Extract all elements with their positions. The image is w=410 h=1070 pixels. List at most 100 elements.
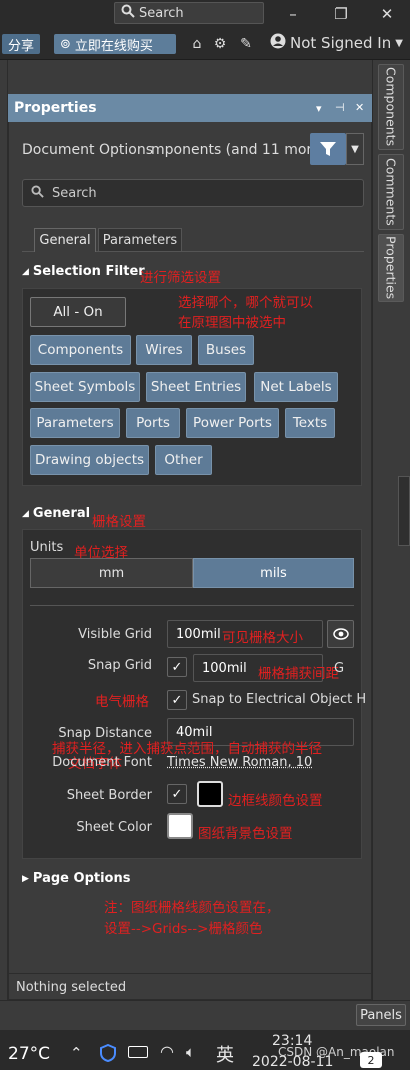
document-options-label: Document Options <box>22 142 153 158</box>
selection-filter-header[interactable]: ◢ Selection Filter <box>22 264 145 279</box>
link-icon: ⊚ <box>60 36 71 52</box>
visible-grid-value: 100mil <box>176 626 221 642</box>
search-icon <box>121 4 135 22</box>
share-button[interactable]: 分享 <box>2 34 41 54</box>
security-shield-icon[interactable] <box>100 1043 116 1066</box>
sheet-border-checkbox[interactable]: ✓ <box>167 784 187 804</box>
filter-summary: mponents (and 11 more) <box>151 142 326 158</box>
snap-grid-toggle-key: G <box>334 661 345 676</box>
tab-properties[interactable]: Properties <box>378 234 404 302</box>
filter-buses-button[interactable]: Buses <box>198 335 254 365</box>
snap-grid-label: Snap Grid <box>87 658 152 673</box>
tab-components[interactable]: Components <box>378 64 404 150</box>
general-divider <box>30 605 354 606</box>
tab-comments[interactable]: Comments <box>378 154 404 230</box>
gear-icon[interactable]: ⚙ <box>210 34 230 54</box>
chevron-down-icon: ▼ <box>395 37 403 49</box>
sheet-border-color-swatch[interactable] <box>197 781 223 807</box>
snap-grid-checkbox[interactable]: ✓ <box>167 657 187 677</box>
selection-status: Nothing selected <box>16 980 127 995</box>
visible-grid-label: Visible Grid <box>78 627 152 642</box>
snap-electrical-checkbox[interactable]: ✓ <box>167 690 187 710</box>
panel-search-placeholder: Search <box>52 185 97 201</box>
minimize-button[interactable]: – <box>280 3 306 25</box>
close-icon[interactable]: ✕ <box>355 101 364 114</box>
panel-search-input[interactable]: Search <box>22 179 364 207</box>
close-window-button[interactable]: ✕ <box>374 3 400 25</box>
volume-icon[interactable]: 🔈︎ <box>186 1043 195 1061</box>
filter-drawing-objects-button[interactable]: Drawing objects <box>30 445 149 475</box>
units-label: Units <box>30 540 64 555</box>
selection-filter-note-2: 选择哪个，哪个就可以 在原理图中被选中 <box>178 295 313 331</box>
page-options-header[interactable]: ▶ Page Options <box>22 871 130 886</box>
expand-triangle-icon: ▶ <box>22 873 29 884</box>
collapse-triangle-icon: ◢ <box>22 508 29 519</box>
buy-online-button[interactable]: ⊚ 立即在线购买 <box>54 34 176 54</box>
all-on-button[interactable]: All - On <box>30 297 126 327</box>
filter-components-button[interactable]: Components <box>30 335 131 365</box>
document-font-label: Document Font <box>52 755 152 770</box>
restore-button[interactable]: ❐ <box>328 3 354 25</box>
weather-temp[interactable]: 27°C <box>8 1044 50 1064</box>
visible-grid-toggle[interactable] <box>327 620 354 648</box>
snap-grid-value: 100mil <box>202 660 247 676</box>
tools-icon[interactable]: ✎ <box>236 34 256 54</box>
panel-title: Properties <box>14 100 97 116</box>
filter-net-labels-button[interactable]: Net Labels <box>254 372 338 402</box>
ime-indicator[interactable]: 英 <box>216 1041 234 1067</box>
sheet-border-label: Sheet Border <box>66 788 152 803</box>
account-menu[interactable]: Not Signed In ▼ <box>270 33 403 53</box>
filter-sheet-entries-button[interactable]: Sheet Entries <box>146 372 246 402</box>
filter-parameters-button[interactable]: Parameters <box>30 408 120 438</box>
filter-button[interactable] <box>310 133 346 165</box>
filter-other-button[interactable]: Other <box>155 445 212 475</box>
home-icon[interactable]: ⌂ <box>187 34 207 54</box>
snap-grid-note: 栅格捕获间距 <box>258 666 339 682</box>
sheet-color-note: 图纸背景色设置 <box>198 826 293 842</box>
selection-filter-title: Selection Filter <box>32 264 145 279</box>
global-search-label: Search <box>139 5 184 21</box>
filter-ports-button[interactable]: Ports <box>126 408 180 438</box>
page-options-note: 注：图纸栅格线颜色设置在， 设置-->Grids-->栅格颜色 <box>104 900 280 937</box>
sheet-color-label: Sheet Color <box>76 820 152 835</box>
eye-icon <box>332 628 349 640</box>
page-options-title: Page Options <box>32 871 131 886</box>
search-icon <box>31 184 44 202</box>
selection-filter-note: 进行筛选设置 <box>140 270 221 286</box>
tab-general[interactable]: General <box>34 228 96 252</box>
snap-electrical-label: Snap to Electrical Object H <box>192 692 367 707</box>
tab-parameters[interactable]: Parameters <box>98 228 182 252</box>
panels-button[interactable]: Panels <box>356 1004 406 1026</box>
document-font-link[interactable]: Times New Roman, 10 <box>167 755 312 770</box>
sheet-color-swatch[interactable] <box>167 813 193 839</box>
unit-mm-option[interactable]: mm <box>30 558 193 588</box>
notification-badge[interactable]: 2 <box>360 1052 382 1068</box>
editor-edge <box>0 60 8 1000</box>
general-section-note: 栅格设置 <box>92 514 146 530</box>
chevron-up-icon[interactable]: ⌃ <box>70 1044 83 1062</box>
sheet-border-note: 边框线颜色设置 <box>228 793 323 809</box>
buy-online-label: 立即在线购买 <box>74 38 153 54</box>
pin-icon[interactable]: ⊣ <box>335 101 345 114</box>
collapse-triangle-icon: ◢ <box>22 266 29 277</box>
filter-sheet-symbols-button[interactable]: Sheet Symbols <box>30 372 140 402</box>
filter-wires-button[interactable]: Wires <box>136 335 192 365</box>
battery-icon[interactable] <box>128 1046 148 1058</box>
wifi-icon[interactable]: ◠ <box>160 1042 174 1061</box>
visible-grid-note: 可见栅格大小 <box>222 630 303 646</box>
filter-dropdown[interactable]: ▼ <box>346 133 364 165</box>
global-search-box[interactable]: Search <box>114 2 264 24</box>
funnel-icon <box>320 142 336 156</box>
electrical-grid-note: 电气栅格 <box>95 694 149 710</box>
splitter-handle[interactable] <box>398 476 410 546</box>
signed-in-status: Not Signed In <box>290 34 392 52</box>
general-section-header[interactable]: ◢ General <box>22 506 90 521</box>
panel-menu-icon[interactable]: ▾ <box>316 102 322 115</box>
panels-bar <box>0 1000 410 1030</box>
unit-mils-option[interactable]: mils <box>193 558 354 588</box>
user-icon <box>270 33 286 53</box>
filter-texts-button[interactable]: Texts <box>285 408 335 438</box>
filter-power-ports-button[interactable]: Power Ports <box>186 408 279 438</box>
status-divider <box>8 973 372 974</box>
general-section-title: General <box>32 506 91 521</box>
